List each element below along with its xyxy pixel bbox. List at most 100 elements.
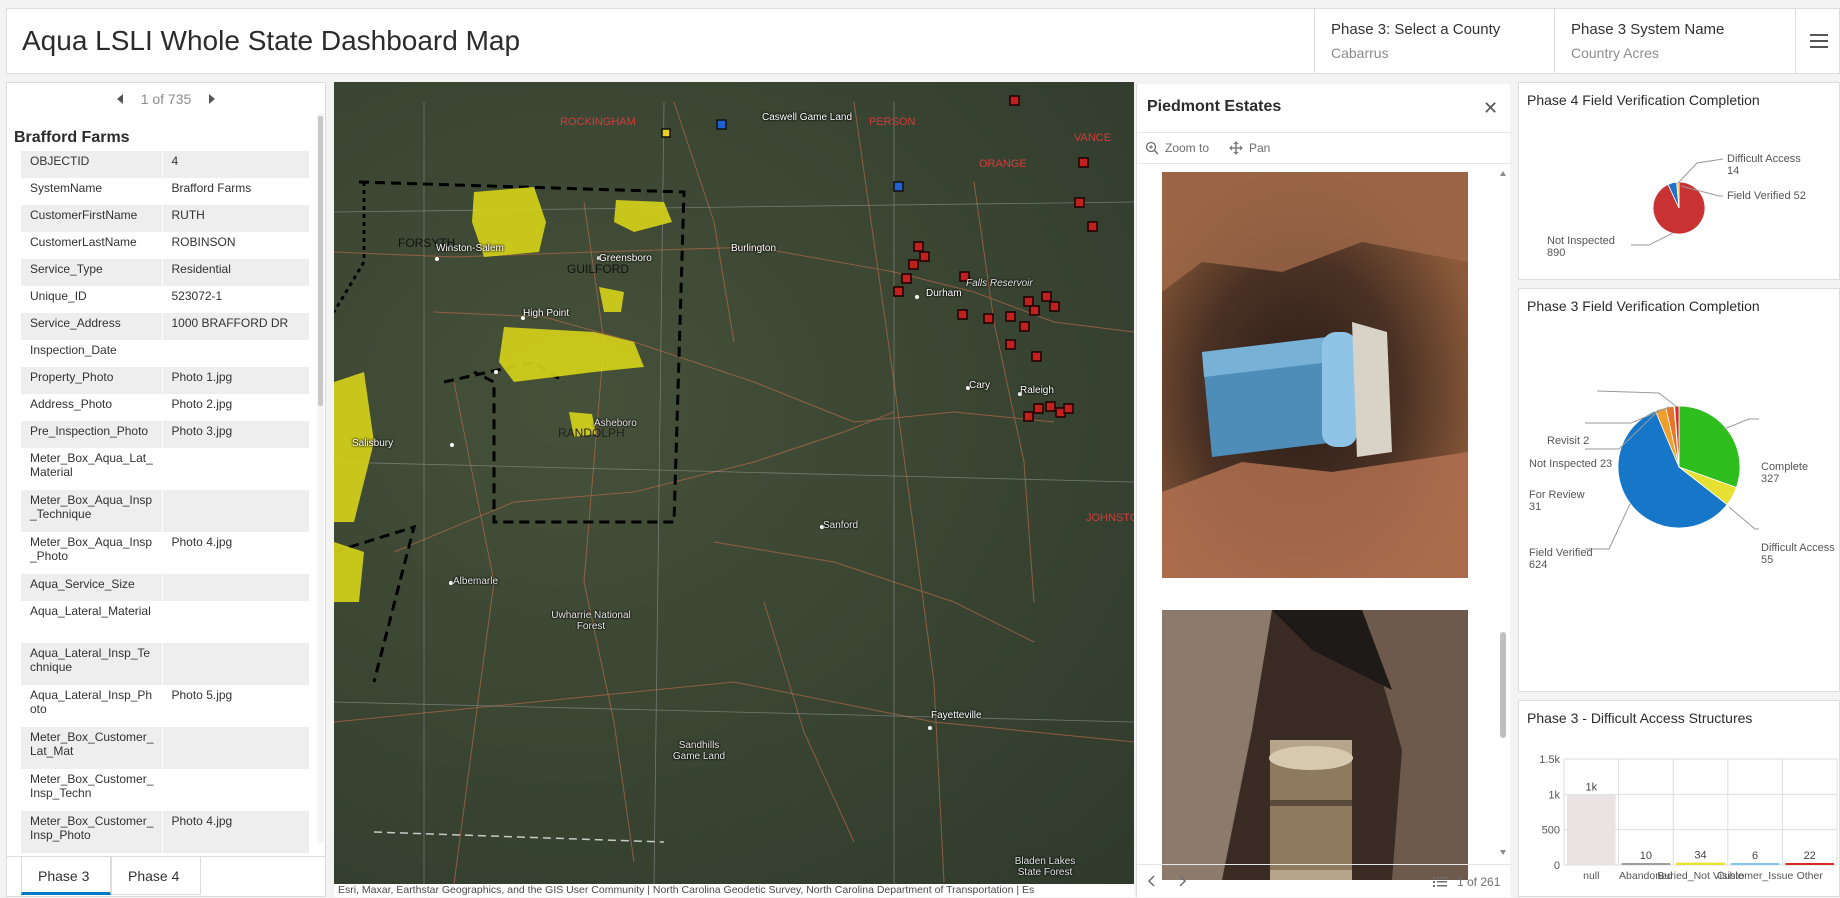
- attribute-value: Photo 4.jpg: [171, 535, 233, 549]
- attribute-row: Meter_Box_Aqua_Lat_Material: [21, 448, 309, 490]
- attribute-value: Photo 2.jpg: [171, 397, 233, 411]
- feature-list-icon[interactable]: [1433, 876, 1447, 888]
- attribute-key: Service_Address: [21, 313, 163, 340]
- popup-footer: 1 of 261: [1137, 864, 1511, 897]
- record-counter: 1 of 735: [140, 91, 192, 107]
- attachment-photo[interactable]: [1162, 172, 1468, 578]
- previous-record-icon[interactable]: [116, 94, 123, 104]
- slice-label-name: Not Inspected: [1529, 458, 1597, 470]
- tab-phase-3[interactable]: Phase 3: [21, 857, 111, 895]
- app-header: Aqua LSLI Whole State Dashboard Map Phas…: [6, 8, 1840, 74]
- system-name-selector[interactable]: Phase 3 System Name Country Acres: [1554, 9, 1795, 73]
- attribute-value: Photo 1.jpg: [162, 367, 309, 394]
- phase3-chart-card: Phase 3 Field Verification Completion Re…: [1518, 288, 1840, 692]
- attribute-value: [162, 601, 309, 643]
- slice-label-value: 327: [1761, 473, 1780, 485]
- map-label: Durham: [926, 288, 962, 299]
- popup-scrollbar-thumb[interactable]: [1500, 632, 1506, 738]
- slice-label-not-inspected: Not Inspected 890: [1547, 235, 1615, 259]
- slice-label-value: 890: [1547, 247, 1566, 259]
- leader-line: [1596, 390, 1678, 408]
- attribute-key: SystemName: [21, 178, 163, 205]
- slice-label-difficult-access: Difficult Access 55: [1761, 542, 1835, 566]
- attribute-key: Inspection_Date: [21, 340, 163, 367]
- attribute-row: CustomerLastName ROBINSON: [21, 232, 309, 259]
- county-label: GUILFORD: [567, 262, 630, 276]
- system-name-value: Country Acres: [1571, 45, 1659, 61]
- attribute-table: OBJECTID 4 SystemName Brafford Farms Custome…: [21, 151, 309, 853]
- slice-label-for-review: For Review 31: [1529, 489, 1585, 513]
- slice-label-field-verified: Field Verified 624: [1529, 547, 1593, 571]
- slice-label-name: For Review: [1529, 489, 1585, 501]
- attribute-key: CustomerLastName: [21, 232, 163, 259]
- slice-label-complete: Complete 327: [1761, 461, 1808, 485]
- next-record-icon[interactable]: [209, 94, 216, 104]
- bar: [1621, 863, 1671, 865]
- attribute-key: Service_Type: [21, 259, 163, 286]
- hamburger-menu-icon[interactable]: [1795, 9, 1840, 73]
- zoom-to-button[interactable]: Zoom to: [1145, 141, 1209, 155]
- x-tick-label: null: [1583, 870, 1599, 882]
- bar: [1567, 794, 1616, 865]
- bar-value-label: 6: [1752, 850, 1758, 862]
- attribute-row: OBJECTID 4: [21, 151, 309, 178]
- map-label: Bladen Lakes State Forest: [1014, 856, 1076, 878]
- attribute-key: Unique_ID: [21, 286, 163, 313]
- attribute-row: Inspection_Date: [21, 340, 309, 367]
- popup-scrollbar[interactable]: [1499, 168, 1507, 858]
- attribute-key: CustomerFirstName: [21, 205, 163, 232]
- tab-phase-4[interactable]: Phase 4: [111, 857, 201, 895]
- slice-label-field-verified: Field Verified 52: [1727, 190, 1806, 202]
- attribute-row: Address_Photo Photo 2.jpg: [21, 394, 309, 421]
- bar-value-label: 10: [1640, 850, 1652, 862]
- county-label: PERSON: [869, 116, 916, 128]
- next-feature-icon[interactable]: [1177, 875, 1187, 887]
- county-selector[interactable]: Phase 3: Select a County Cabarrus: [1314, 9, 1554, 73]
- county-label: VANCE: [1074, 132, 1112, 144]
- attribute-value: Photo 3.jpg: [162, 421, 309, 448]
- slice-label-name: Field Verified: [1727, 190, 1791, 202]
- slice-label-value: 624: [1529, 559, 1548, 571]
- x-tick-label: Customer_Issue: [1717, 870, 1794, 882]
- attribute-key: Pre_Inspection_Photo: [21, 421, 163, 448]
- map-label: Salisbury: [352, 438, 394, 449]
- feature-popup: Piedmont Estates ✕ Zoom to Pan 1 of 261: [1136, 84, 1511, 897]
- details-scrollbar-thumb[interactable]: [318, 116, 323, 406]
- phase-tabs: Phase 3 Phase 4: [7, 856, 325, 896]
- attribute-row: Aqua_Lateral_Material: [21, 601, 309, 643]
- slice-label-name: Not Inspected: [1547, 235, 1615, 247]
- close-icon[interactable]: ✕: [1483, 98, 1498, 119]
- leader-line: [1631, 232, 1674, 246]
- record-title: Brafford Farms: [14, 129, 130, 146]
- details-panel: 1 of 735 Brafford Farms OBJECTID 4 SystemN…: [6, 82, 326, 897]
- attribute-row: Aqua_Lateral_Insp_Photo Photo 5.jpg: [21, 685, 309, 727]
- map-label: Cary: [969, 380, 991, 391]
- county-label: JOHNSTON: [1086, 512, 1134, 524]
- attribute-value: 4: [162, 151, 309, 178]
- system-name-label: Phase 3 System Name: [1571, 21, 1725, 38]
- slice-label-value: 31: [1529, 501, 1542, 513]
- attribute-key: Meter_Box_Customer_Lat_Mat: [21, 727, 163, 769]
- map-view[interactable]: Caswell Game Land Winston-Salem Greensbo…: [334, 82, 1134, 884]
- popup-title: Piedmont Estates: [1147, 98, 1282, 115]
- attribute-value: [162, 769, 309, 811]
- attribute-value: [162, 340, 309, 367]
- previous-feature-icon[interactable]: [1147, 875, 1157, 887]
- attribute-value: ROBINSON: [171, 235, 236, 249]
- county-selector-label: Phase 3: Select a County: [1331, 21, 1501, 38]
- slice-label-not-inspected: Not Inspected 23: [1529, 458, 1612, 470]
- attribute-row: Meter_Box_Customer_Lat_Mat: [21, 727, 309, 769]
- attribute-row: Pre_Inspection_Photo Photo 3.jpg: [21, 421, 309, 448]
- y-tick-label: 1.5k: [1539, 754, 1560, 766]
- attribute-key: Address_Photo: [21, 394, 163, 421]
- attachment-photo[interactable]: [1162, 610, 1468, 880]
- pan-button[interactable]: Pan: [1229, 141, 1270, 155]
- phase4-chart-card: Phase 4 Field Verification Completion Di…: [1518, 82, 1840, 280]
- slice-label-name: Field Verified: [1529, 547, 1593, 559]
- slice-label-value: 2: [1583, 435, 1590, 447]
- attribute-value: [162, 727, 309, 769]
- zoom-in-icon: [1145, 141, 1159, 155]
- county-selector-value: Cabarrus: [1331, 45, 1389, 61]
- attribute-key: Meter_Box_Customer_Insp_Techn: [21, 769, 163, 811]
- slice-label-value: 23: [1599, 458, 1613, 470]
